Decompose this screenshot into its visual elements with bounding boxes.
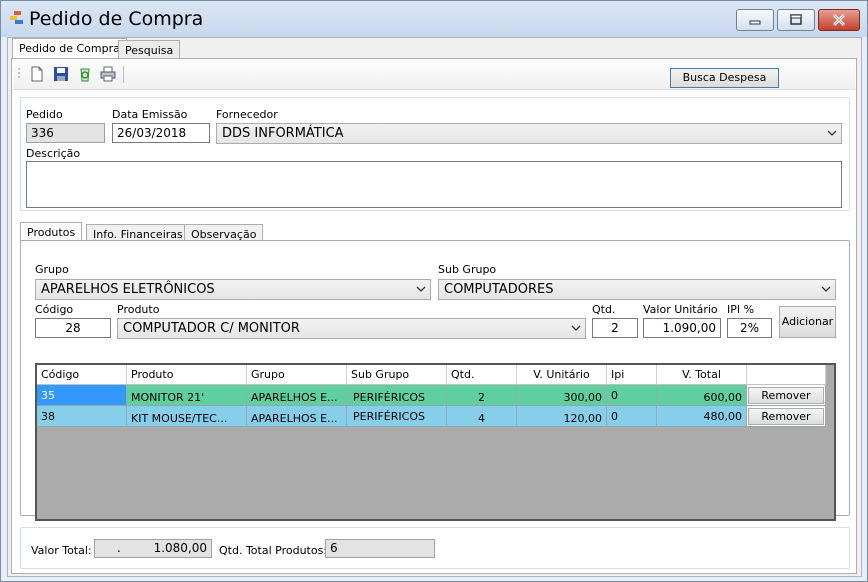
maximize-button[interactable] xyxy=(777,9,815,31)
pedido-field: 336 xyxy=(26,123,105,143)
tab-pesquisa[interactable]: Pesquisa xyxy=(118,40,181,60)
busca-despesa-button[interactable]: Busca Despesa xyxy=(670,68,779,88)
table-row[interactable]: 35 MONITOR 21' APARELHOS E... PERIFÉRICO… xyxy=(37,385,826,406)
subgrupo-label: Sub Grupo xyxy=(438,263,497,276)
pedido-label: Pedido xyxy=(26,108,63,121)
qtd-field[interactable]: 2 xyxy=(592,318,638,338)
qtd-total-field: 6 xyxy=(325,539,435,558)
grupo-label: Grupo xyxy=(35,263,69,276)
minimize-button[interactable] xyxy=(736,9,774,31)
col-grupo-header[interactable]: Grupo xyxy=(247,365,347,385)
grupo-select[interactable]: APARELHOS ELETRÔNICOS xyxy=(35,279,431,300)
chevron-down-icon xyxy=(827,130,837,136)
cell-qtd[interactable]: 2 xyxy=(447,385,517,406)
produto-select[interactable]: COMPUTADOR C/ MONITOR xyxy=(117,318,586,339)
valor-total-prefix: . xyxy=(117,541,121,555)
fornecedor-value: DDS INFORMÁTICA xyxy=(222,126,344,141)
cell-subgrupo[interactable]: PERIFÉRICOS xyxy=(347,385,447,406)
cell-unitario[interactable]: 300,00 xyxy=(517,385,607,406)
produtos-grid[interactable]: Código Produto Grupo Sub Grupo Qtd. V. U… xyxy=(35,363,836,521)
col-produto-header[interactable]: Produto xyxy=(127,365,247,385)
col-codigo-header[interactable]: Código xyxy=(37,365,127,385)
qtd-total-label: Qtd. Total Produtos: xyxy=(219,544,328,557)
grupo-value: APARELHOS ELETRÔNICOS xyxy=(41,282,215,297)
data-emissao-label: Data Emissão xyxy=(112,108,188,121)
app-form-icon xyxy=(10,11,23,24)
toolbar-separator xyxy=(123,66,124,83)
ipi-label: IPI % xyxy=(727,303,755,316)
new-document-icon[interactable] xyxy=(29,66,45,82)
cell-action: Remover xyxy=(747,406,826,427)
chevron-down-icon xyxy=(821,286,831,292)
tab-pedido-de-compra[interactable]: Pedido de Compra xyxy=(12,38,127,60)
cell-total[interactable]: 600,00 xyxy=(657,385,747,406)
produto-label: Produto xyxy=(117,303,160,316)
remover-button[interactable]: Remover xyxy=(748,408,824,425)
valor-total-value: 1.080,00 xyxy=(153,541,207,555)
col-subgrupo-header[interactable]: Sub Grupo xyxy=(347,365,447,385)
valor-unitario-label: Valor Unitário xyxy=(643,303,718,316)
codigo-field[interactable]: 28 xyxy=(35,318,111,338)
subgrupo-value: COMPUTADORES xyxy=(444,282,554,297)
cell-produto[interactable]: MONITOR 21' xyxy=(127,385,247,406)
data-emissao-field[interactable]: 26/03/2018 xyxy=(112,123,210,143)
descricao-label: Descrição xyxy=(26,147,81,160)
fornecedor-select[interactable]: DDS INFORMÁTICA xyxy=(216,123,842,144)
recycle-icon[interactable] xyxy=(77,66,93,82)
cell-grupo[interactable]: APARELHOS E... xyxy=(247,406,347,427)
cell-codigo[interactable]: 38 xyxy=(37,406,127,427)
cell-unitario[interactable]: 120,00 xyxy=(517,406,607,427)
valor-total-field: . 1.080,00 xyxy=(94,539,212,558)
print-icon[interactable] xyxy=(100,66,116,82)
descricao-field[interactable] xyxy=(26,161,842,208)
client-area: Pedido de Compra Pesquisa Busca Despesa … xyxy=(7,37,862,577)
valor-unitario-field[interactable]: 1.090,00 xyxy=(643,318,721,338)
col-ipi-header[interactable]: Ipi xyxy=(607,365,657,385)
grid-header: Código Produto Grupo Sub Grupo Qtd. V. U… xyxy=(37,365,826,385)
title-bar[interactable]: Pedido de Compra xyxy=(1,1,867,37)
cell-codigo[interactable]: 35 xyxy=(37,385,127,406)
subgrupo-select[interactable]: COMPUTADORES xyxy=(438,279,836,300)
cell-ipi[interactable]: 0 xyxy=(607,385,657,406)
table-row[interactable]: 38 KIT MOUSE/TEC... APARELHOS E... PERIF… xyxy=(37,406,826,427)
tab-page-pedido: Busca Despesa Pedido 336 Data Emissão 26… xyxy=(11,58,857,574)
window-title: Pedido de Compra xyxy=(29,8,204,30)
footer-group: Valor Total: . 1.080,00 Qtd. Total Produ… xyxy=(20,527,850,569)
chevron-down-icon xyxy=(416,286,426,292)
col-total-header[interactable]: V. Total xyxy=(657,365,747,385)
cell-total[interactable]: 480,00 xyxy=(657,406,747,427)
toolbar-grip-icon xyxy=(18,68,20,78)
remover-button[interactable]: Remover xyxy=(748,387,824,404)
cell-subgrupo[interactable]: PERIFÉRICOS xyxy=(347,406,447,427)
fornecedor-label: Fornecedor xyxy=(216,108,278,121)
maximize-icon xyxy=(790,14,802,25)
minimize-icon xyxy=(749,20,761,25)
valor-total-label: Valor Total: xyxy=(31,544,92,557)
close-icon xyxy=(832,13,846,27)
adicionar-button[interactable]: Adicionar xyxy=(779,306,836,338)
col-unitario-header[interactable]: V. Unitário xyxy=(517,365,607,385)
cell-grupo[interactable]: APARELHOS E... xyxy=(247,385,347,406)
cell-action: Remover xyxy=(747,385,826,406)
col-action-header xyxy=(747,365,826,385)
header-group: Pedido 336 Data Emissão 26/03/2018 Forne… xyxy=(20,97,850,211)
main-window: Pedido de Compra Pedido de Compra Pesqui… xyxy=(0,0,868,582)
codigo-label: Código xyxy=(35,303,74,316)
col-qtd-header[interactable]: Qtd. xyxy=(447,365,517,385)
cell-produto[interactable]: KIT MOUSE/TEC... xyxy=(127,406,247,427)
cell-qtd[interactable]: 4 xyxy=(447,406,517,427)
close-button[interactable] xyxy=(818,9,860,31)
qtd-label: Qtd. xyxy=(592,303,616,316)
toolbar: Busca Despesa xyxy=(13,60,855,90)
produto-value: COMPUTADOR C/ MONITOR xyxy=(123,321,300,336)
ipi-field[interactable]: 2% xyxy=(727,318,772,338)
chevron-down-icon xyxy=(571,325,581,331)
cell-ipi[interactable]: 0 xyxy=(607,406,657,427)
save-icon[interactable] xyxy=(53,66,69,82)
